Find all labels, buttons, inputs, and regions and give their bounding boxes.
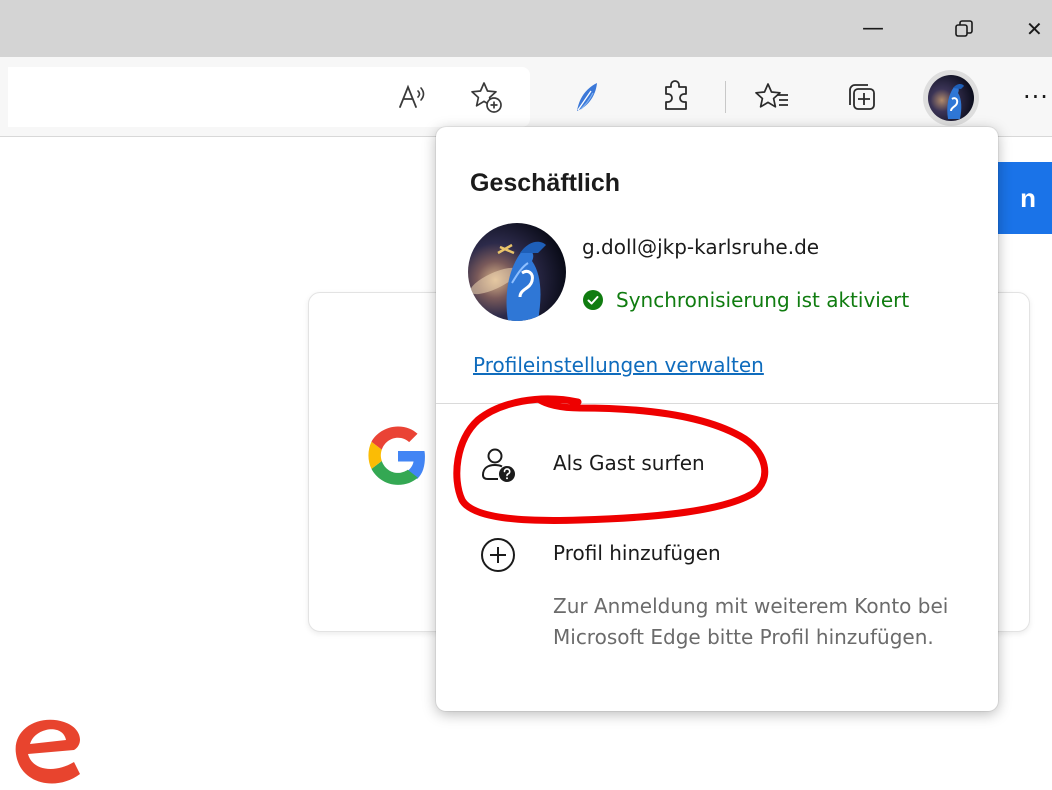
restore-button[interactable] [936, 0, 992, 57]
feather-extension-icon [577, 83, 597, 111]
read-aloud-button[interactable] [394, 77, 434, 117]
sign-in-button[interactable]: n [990, 162, 1052, 234]
more-icon: ··· [1023, 83, 1049, 111]
favorites-icon [755, 83, 788, 108]
browser-toolbar: ··· [0, 57, 1052, 137]
collections-icon [849, 84, 875, 110]
window-title-bar: — ✕ [0, 0, 1052, 57]
close-window-button[interactable]: ✕ [1026, 0, 1052, 57]
profile-type-title: Geschäftlich [470, 169, 621, 197]
feather-extension-button[interactable] [566, 77, 606, 117]
add-profile-label: Profil hinzufügen [553, 541, 721, 565]
minimize-icon: — [862, 16, 884, 41]
sync-status: Synchronisierung ist aktiviert [582, 287, 909, 313]
toolbar-separator [725, 81, 726, 113]
extensions-icon [665, 80, 687, 110]
profile-email: g.doll@jkp-karlsruhe.de [582, 235, 820, 259]
settings-more-button[interactable]: ··· [1020, 77, 1052, 117]
add-favorite-icon [471, 82, 502, 113]
sync-status-text: Synchronisierung ist aktiviert [616, 288, 910, 312]
profile-button[interactable] [923, 70, 979, 126]
google-logo-icon [368, 426, 425, 485]
add-profile-description: Zur Anmeldung mit weiterem Konto bei Mic… [553, 594, 949, 649]
profile-avatar [468, 223, 566, 321]
minimize-button[interactable]: — [845, 0, 901, 57]
browse-as-guest-item[interactable]: Als Gast surfen [436, 429, 998, 499]
guest-icon [476, 443, 520, 487]
collections-button[interactable] [842, 77, 882, 117]
address-bar[interactable] [8, 67, 530, 127]
browse-as-guest-label: Als Gast surfen [553, 451, 705, 475]
add-favorite-button[interactable] [466, 77, 506, 117]
sign-in-button-label: n [1020, 182, 1036, 213]
site-logo-icon [15, 719, 80, 784]
manage-profile-settings-link[interactable]: Profileinstellungen verwalten [473, 353, 764, 377]
profile-flyout: Geschäftlich g.doll@jkp-karlsruhe.de Syn… [436, 127, 998, 711]
add-circle-icon [476, 533, 520, 577]
profile-picture-icon [468, 223, 566, 321]
read-aloud-icon [399, 84, 425, 108]
restore-icon [955, 19, 973, 37]
check-circle-icon [583, 290, 603, 310]
favorites-button[interactable] [752, 77, 792, 117]
close-icon: ✕ [1026, 16, 1043, 41]
divider [436, 403, 998, 404]
profile-avatar-icon [928, 75, 974, 121]
extensions-button[interactable] [656, 77, 696, 117]
add-profile-item[interactable]: Profil hinzufügen [436, 519, 998, 589]
